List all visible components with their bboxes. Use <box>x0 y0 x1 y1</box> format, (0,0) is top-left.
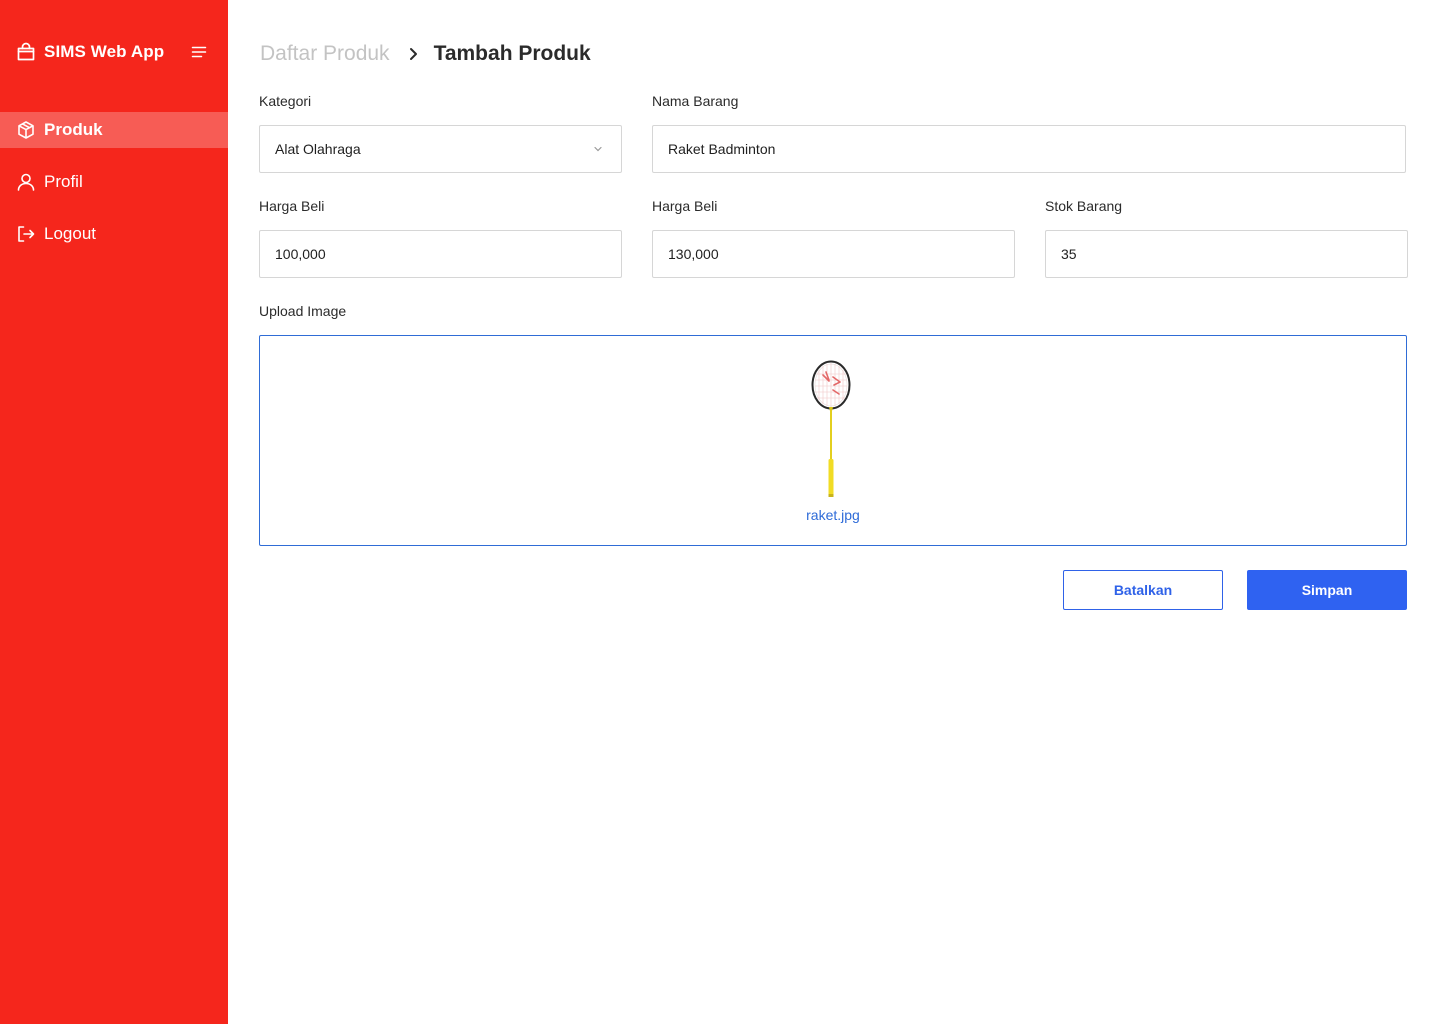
cancel-button[interactable]: Batalkan <box>1063 570 1223 610</box>
breadcrumb: Daftar Produk Tambah Produk <box>260 41 591 67</box>
sidebar-item-label: Produk <box>44 120 103 139</box>
app-title: SIMS Web App <box>44 42 165 61</box>
harga-jual-label: Harga Beli <box>652 198 718 214</box>
hamburger-icon <box>191 46 207 58</box>
sidebar-nav: Produk Profil Logout <box>0 112 228 268</box>
nama-barang-label: Nama Barang <box>652 93 739 109</box>
chevron-down-icon <box>594 146 602 152</box>
sidebar: SIMS Web App Produk Profil Logout <box>0 0 228 1024</box>
stok-barang-label: Stok Barang <box>1045 198 1123 214</box>
main-content: Daftar Produk Tambah Produk Kategori Ala… <box>228 0 1440 1024</box>
stok-barang-value: 35 <box>1061 246 1077 262</box>
badminton-racket-image <box>811 360 851 497</box>
sidebar-item-label: Profil <box>44 172 83 191</box>
nama-barang-value: Raket Badminton <box>668 141 776 157</box>
harga-beli-value: 100,000 <box>275 246 326 262</box>
sidebar-item-produk[interactable]: Produk <box>0 112 228 148</box>
harga-beli-input[interactable]: 100,000 <box>259 230 622 278</box>
kategori-select[interactable]: Alat Olahraga <box>259 125 622 173</box>
uploaded-file-name[interactable]: raket.jpg <box>260 507 1406 523</box>
nama-barang-input[interactable]: Raket Badminton <box>652 125 1406 173</box>
harga-jual-input[interactable]: 130,000 <box>652 230 1015 278</box>
upload-image-label: Upload Image <box>259 303 347 319</box>
sidebar-item-logout[interactable]: Logout <box>0 216 228 252</box>
brand[interactable]: SIMS Web App <box>16 40 164 64</box>
harga-beli-label: Harga Beli <box>259 198 325 214</box>
shopping-bag-icon <box>16 42 36 62</box>
stok-barang-input[interactable]: 35 <box>1045 230 1408 278</box>
sidebar-item-profil[interactable]: Profil <box>0 164 228 200</box>
page-title: Tambah Produk <box>433 42 591 65</box>
chevron-right-icon <box>408 47 418 61</box>
harga-jual-value: 130,000 <box>668 246 719 262</box>
kategori-value: Alat Olahraga <box>275 141 361 157</box>
user-icon <box>16 172 36 192</box>
menu-toggle-button[interactable] <box>190 42 208 62</box>
logout-icon <box>16 224 36 244</box>
breadcrumb-parent-link[interactable]: Daftar Produk <box>260 42 390 66</box>
cube-icon <box>16 120 36 140</box>
sidebar-item-label: Logout <box>44 224 96 243</box>
save-button[interactable]: Simpan <box>1247 570 1407 610</box>
kategori-label: Kategori <box>259 93 312 109</box>
upload-image-dropzone[interactable]: raket.jpg <box>259 335 1407 546</box>
